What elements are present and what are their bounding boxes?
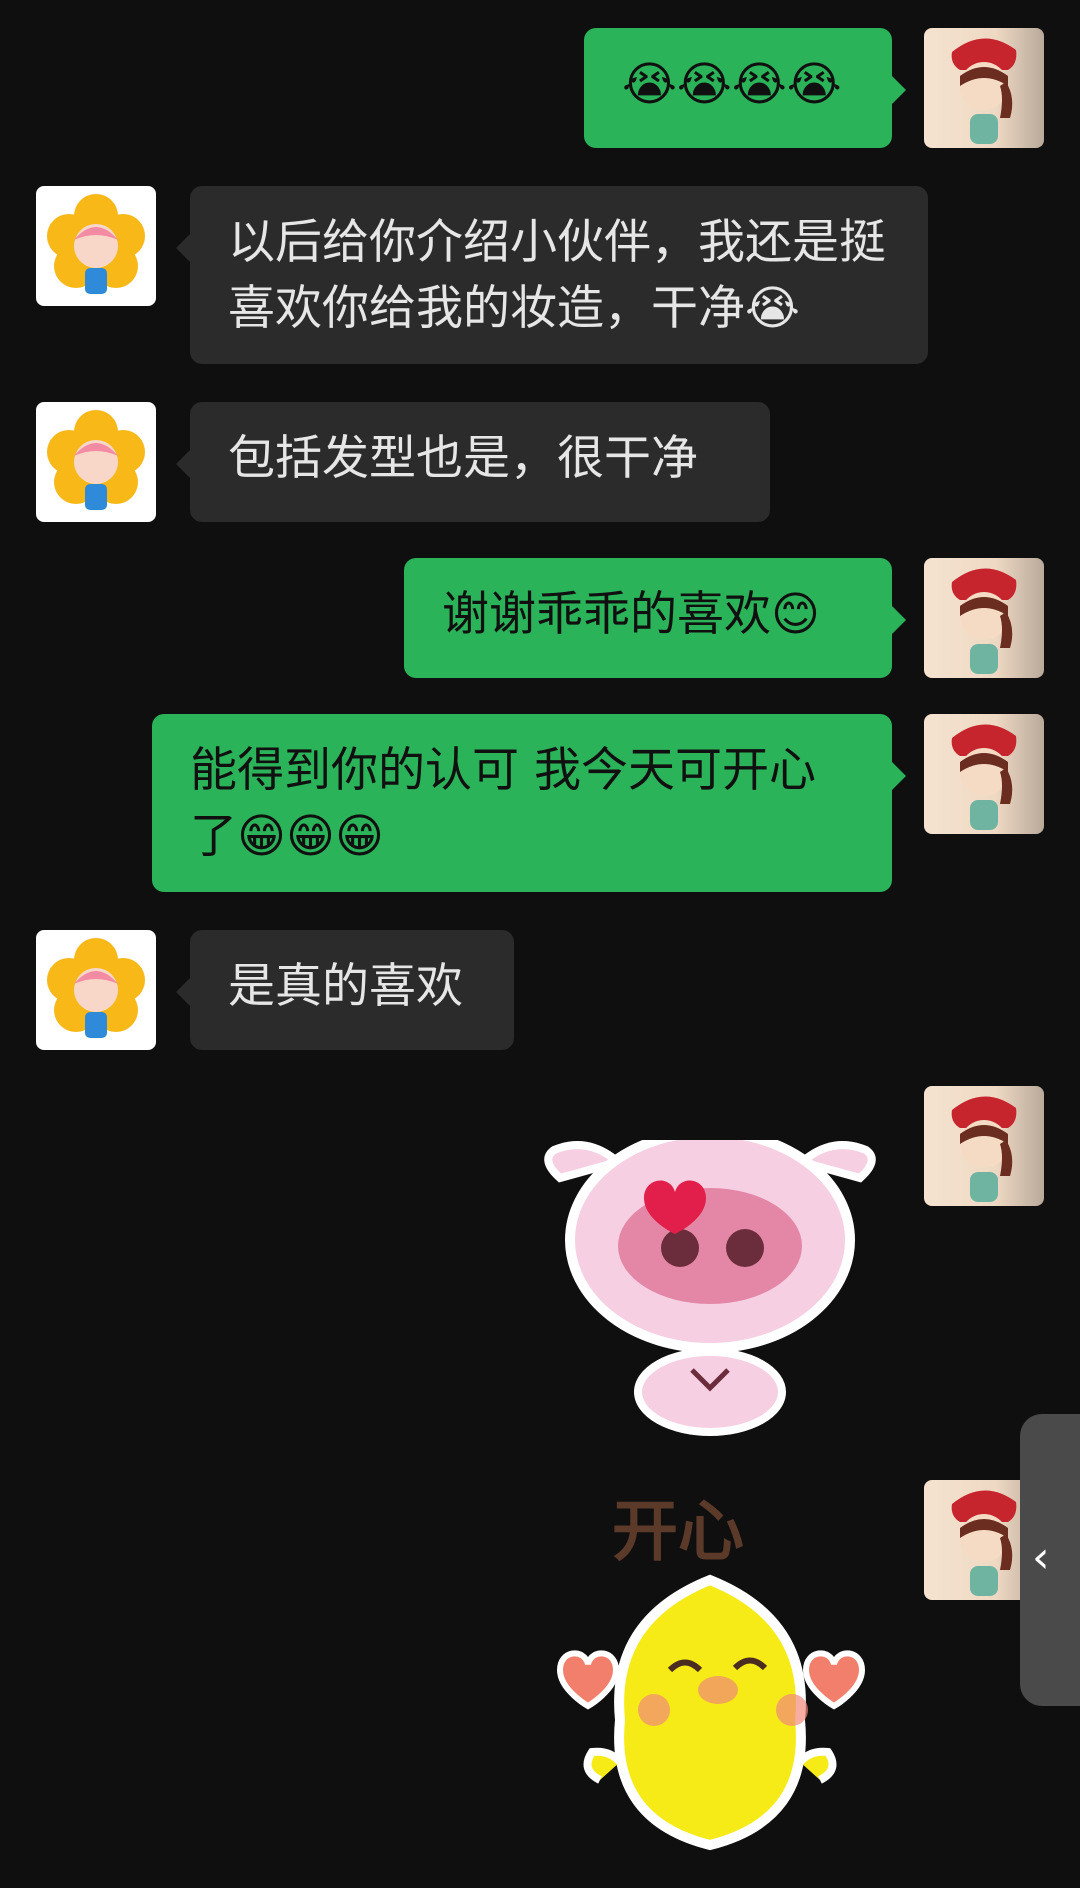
pig-sticker[interactable] [540, 1127, 880, 1440]
chick-sticker-icon [556, 1574, 866, 1851]
message-text: 包括发型也是，很干净 [228, 431, 698, 486]
message-bubble-self[interactable]: 能得到你的认可 我今天可开心了😁😁😁 [152, 714, 906, 892]
message-bubble-other[interactable]: 是真的喜欢 [176, 930, 514, 1050]
self-avatar[interactable] [924, 714, 1044, 834]
girl-avatar-icon [951, 1096, 1017, 1202]
message-text: 能得到你的认可 我今天可开心了😁😁😁 [190, 743, 816, 864]
message-bubble-self[interactable]: 谢谢乖乖的喜欢😊 [404, 558, 906, 678]
flower-avatar-icon [47, 938, 145, 1038]
message-bubble-other[interactable]: 包括发型也是，很干净 [176, 402, 770, 522]
message-bubble-other[interactable]: 以后给你介绍小伙伴，我还是挺喜欢你给我的妆造，干净😭 [176, 186, 928, 364]
pig-sticker-icon [544, 1127, 876, 1436]
girl-avatar-icon [951, 38, 1017, 144]
chevron-left-icon: ‹ [1032, 1532, 1050, 1583]
message-text: 😭😭😭😭 [622, 57, 842, 112]
girl-avatar-icon [951, 568, 1017, 674]
other-avatar[interactable] [36, 930, 156, 1050]
other-avatar[interactable] [36, 402, 156, 522]
message-text: 以后给你介绍小伙伴，我还是挺喜欢你给我的妆造，干净😭 [228, 215, 886, 336]
girl-avatar-icon [951, 724, 1017, 830]
self-avatar[interactable] [924, 1086, 1044, 1206]
message-bubble-self[interactable]: 😭😭😭😭 [584, 28, 906, 148]
message-text: 谢谢乖乖的喜欢😊 [442, 587, 820, 642]
chick-sticker[interactable] [530, 1550, 890, 1870]
self-avatar[interactable] [924, 558, 1044, 678]
self-avatar[interactable] [924, 28, 1044, 148]
message-text: 是真的喜欢 [228, 959, 463, 1014]
side-panel-tab[interactable]: ‹ [1020, 1414, 1080, 1706]
flower-avatar-icon [47, 194, 145, 294]
flower-avatar-icon [47, 410, 145, 510]
other-avatar[interactable] [36, 186, 156, 306]
